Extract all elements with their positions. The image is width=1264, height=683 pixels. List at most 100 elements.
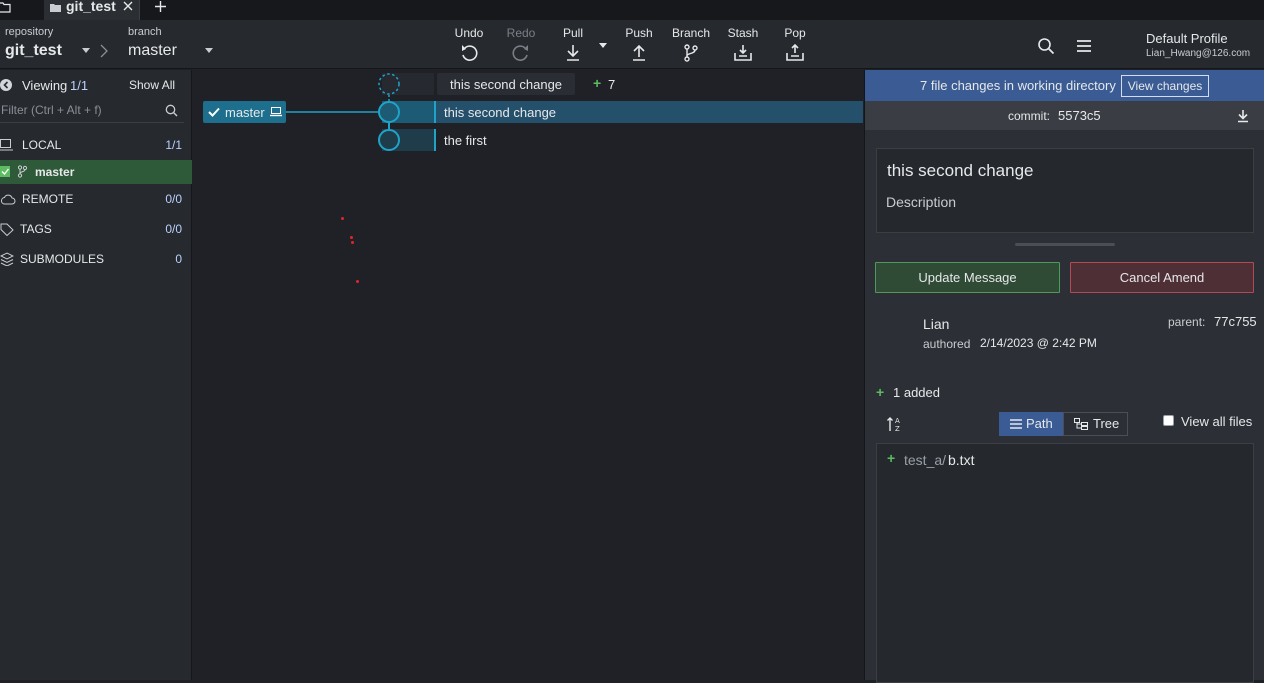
authored-label: authored [923,337,971,351]
chevron-down-icon[interactable] [82,48,90,54]
wip-text: 7 file changes in working directory [920,78,1116,93]
branch-name[interactable]: master [128,42,177,60]
right-panel: 7 file changes in working directory View… [864,70,1264,683]
filter-placeholder: Filter (Ctrl + Alt + f) [1,103,102,117]
red-dot [350,236,353,239]
authored-date: 2/14/2023 @ 2:42 PM [980,336,1097,350]
chevron-right-icon [100,44,108,58]
added-summary: 1 added [893,385,940,400]
section-local[interactable]: LOCAL 1/1 [0,130,192,160]
computer-icon [0,139,13,151]
redo-icon [512,45,528,61]
pull-options-chevron-icon[interactable] [599,43,608,49]
red-dot [356,280,359,283]
view-changes-button[interactable]: View changes [1121,75,1209,97]
profile-email: Lian_Hwang@126.com [1146,48,1251,59]
parent-sha[interactable]: 77c755 [1214,314,1257,329]
commit-graph: this second change + 7 this second chang… [193,70,863,680]
svg-text:Z: Z [895,425,900,432]
section-label: TAGS [20,222,52,236]
chevron-down-icon[interactable] [205,48,213,54]
tab-git-test[interactable]: git_test [44,0,140,20]
commit-message: the first [444,133,487,148]
file-list: + test_a/ b.txt [876,443,1254,683]
summary-field[interactable]: this second change [887,161,1034,181]
section-label: REMOTE [22,192,74,206]
tree-view-toggle[interactable]: Tree [1063,412,1128,436]
section-submodules[interactable]: SUBMODULES 0 [0,244,192,274]
section-count: 1/1 [165,138,182,152]
undo-label: Undo [454,26,484,40]
pop-icon [786,44,804,61]
repository-name[interactable]: git_test [5,42,62,60]
redo-button[interactable]: Redo [497,26,545,66]
redo-label: Redo [506,26,536,40]
branch-item-label: master [35,165,75,179]
wip-count: 7 [608,77,616,92]
section-label: LOCAL [22,138,62,152]
description-field[interactable]: Description [886,194,956,210]
svg-text:A: A [895,417,900,425]
left-panel: Viewing 1/1 Show All Filter (Ctrl + Alt … [0,70,192,680]
collapse-panel-icon[interactable] [0,79,12,91]
update-message-button[interactable]: Update Message [875,262,1060,293]
file-row[interactable]: + test_a/ b.txt [877,449,1253,471]
pop-button[interactable]: Pop [771,26,819,66]
parent-label: parent: [1168,315,1206,329]
checkbox-checked-icon [0,166,10,177]
show-all-button[interactable]: Show All [129,78,175,92]
commit-sha[interactable]: 5573c5 [1058,108,1101,123]
row-marker [434,129,436,151]
tree-label: Tree [1093,416,1120,431]
push-icon [633,44,645,61]
path-view-toggle[interactable]: Path [999,412,1063,436]
undo-button[interactable]: Undo [445,26,493,66]
list-icon [1010,419,1022,429]
sort-az-icon[interactable]: AZ [887,416,903,432]
view-all-files-checkbox[interactable] [1163,415,1174,426]
tag-icon [0,223,14,236]
menu-icon[interactable] [1076,39,1092,53]
pop-label: Pop [784,26,806,40]
added-file-icon: + [887,450,896,466]
commit-header: commit: 5573c5 [865,101,1264,130]
red-dot [341,217,344,220]
push-label: Push [625,26,653,40]
repository-caption: repository [5,26,54,38]
layers-icon [0,252,14,266]
download-icon[interactable] [1237,109,1249,123]
branch-item-master[interactable]: master [0,160,192,184]
author-name: Lian [923,316,950,332]
added-plus-icon: + [876,384,885,400]
branch-icon [684,44,698,62]
pull-label: Pull [562,26,583,40]
close-icon[interactable] [123,1,133,11]
section-count: 0/0 [165,222,182,236]
folder-icon[interactable] [0,1,12,13]
commit-message-editor[interactable]: this second change Description [876,148,1254,233]
viewing-label: Viewing [22,78,68,93]
push-button[interactable]: Push [615,26,663,66]
profile-name[interactable]: Default Profile [1146,31,1228,46]
path-label: Path [1026,416,1053,431]
tab-bar: git_test [0,0,1264,20]
cancel-amend-button[interactable]: Cancel Amend [1070,262,1254,293]
section-remote[interactable]: REMOTE 0/0 [0,184,192,214]
resize-handle[interactable] [1015,243,1115,246]
wip-banner: 7 file changes in working directory View… [865,70,1264,101]
wip-node[interactable]: this second change [437,73,575,95]
stash-button[interactable]: Stash [719,26,767,66]
row-marker [434,101,436,123]
branch-icon [17,165,27,178]
pull-icon [567,45,579,61]
commit-label: commit: [1008,109,1050,123]
search-icon[interactable] [1037,37,1055,55]
add-tab-icon[interactable] [154,0,167,13]
view-all-files-label[interactable]: View all files [1181,414,1252,429]
pull-button[interactable]: Pull [549,26,597,66]
cloud-icon [0,194,16,205]
filter-input[interactable]: Filter (Ctrl + Alt + f) [0,98,184,123]
branch-button[interactable]: Branch [667,26,715,66]
branch-caption: branch [128,26,162,38]
section-tags[interactable]: TAGS 0/0 [0,214,192,244]
